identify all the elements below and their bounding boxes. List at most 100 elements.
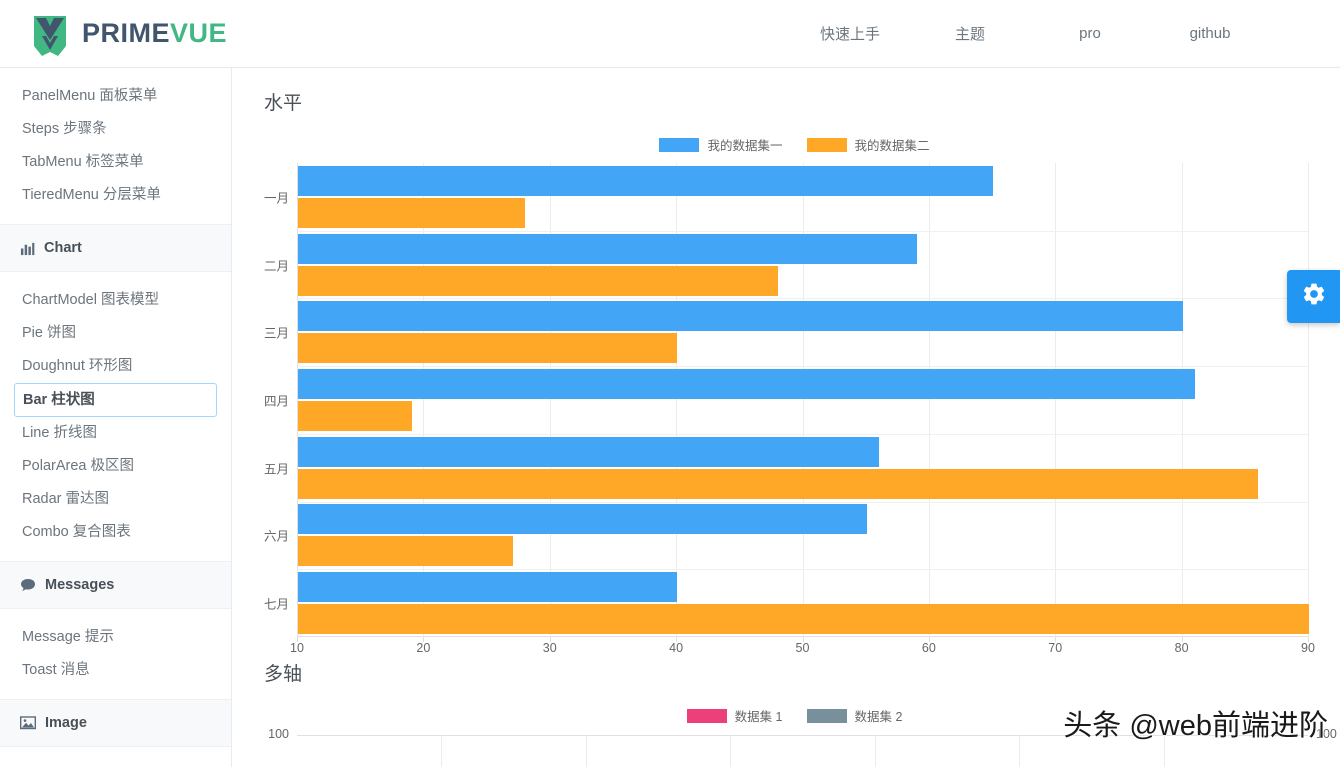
sidebar-top-spacer: [0, 68, 231, 80]
sidebar-item-doughnut[interactable]: Doughnut 环形图: [0, 350, 231, 383]
legend-item-dataset-1[interactable]: 数据集 1: [686, 706, 783, 725]
legend-item-dataset1[interactable]: 我的数据集一: [659, 135, 783, 154]
watermark-text: 头条 @web前端进阶: [1063, 710, 1328, 742]
bar-二月-series1[interactable]: [298, 233, 918, 264]
x-axis-tick-label: 30: [542, 641, 557, 655]
y-axis-category-label: 一月: [263, 191, 289, 206]
y-gridline: [297, 569, 1308, 571]
x-axis-tick-label: 20: [416, 641, 431, 655]
gear-icon: [1301, 281, 1327, 312]
sidebar-item-tabmenu[interactable]: TabMenu 标签菜单: [0, 146, 231, 179]
settings-gear-button[interactable]: [1287, 270, 1340, 323]
legend-label-dataset-1: 数据集 1: [734, 710, 783, 724]
nav-item-quickstart[interactable]: 快速上手: [810, 26, 890, 43]
bar-四月-series1[interactable]: [298, 369, 1196, 399]
chart-multiaxis-title: 多轴: [264, 664, 303, 685]
sidebar-item-steps[interactable]: Steps 步骤条: [0, 113, 231, 146]
x-axis-tick-label: 40: [669, 641, 684, 655]
bar-七月-series2[interactable]: [298, 604, 1309, 635]
top-header: PRIMEVUE 快速上手 主题 pro github: [0, 0, 1340, 68]
brand-logo[interactable]: PRIMEVUE: [30, 12, 227, 56]
top-navigation: 快速上手 主题 pro github: [790, 23, 1270, 44]
legend-item-dataset2[interactable]: 我的数据集二: [806, 135, 930, 154]
x-axis-tick-label: 60: [921, 641, 936, 655]
main-content: 水平 我的数据集一 我的数据集二 10 20 30 40 50 60 70 80 90 一月二月三…: [249, 68, 1340, 767]
y-gridline: [297, 230, 1308, 232]
y-gridline: [297, 298, 1308, 300]
sidebar-section-chart-label: Chart: [44, 240, 82, 256]
x-gridline: [1181, 163, 1183, 637]
sidebar-item-polararea[interactable]: PolarArea 极区图: [0, 450, 231, 483]
sidebar-item-line[interactable]: Line 折线图: [0, 417, 231, 450]
legend-label-dataset2: 我的数据集二: [854, 139, 930, 153]
sidebar-item-toast[interactable]: Toast 消息: [0, 654, 231, 687]
sidebar-item-radar[interactable]: Radar 雷达图: [0, 483, 231, 516]
chart-horizontal-section: 水平 我的数据集一 我的数据集二 10 20 30 40 50 60 70 80 90 一月二月三…: [249, 88, 1340, 655]
brand-name-vue: VUE: [170, 18, 228, 48]
x-gridline: [928, 163, 930, 637]
sidebar-section-messages-label: Messages: [45, 577, 115, 593]
sidebar-item-tieredmenu[interactable]: TieredMenu 分层菜单: [0, 179, 231, 212]
y-gridline: [297, 433, 1308, 435]
bar-五月-series2[interactable]: [298, 468, 1259, 499]
x-axis-tick-label: 70: [1048, 641, 1063, 655]
bar-三月-series2[interactable]: [298, 333, 678, 364]
legend-swatch-dataset1: [659, 137, 700, 152]
y-axis-category-label: 五月: [263, 462, 289, 477]
bar-三月-series1[interactable]: [298, 301, 1183, 332]
brand-name-prime: PRIME: [82, 18, 171, 48]
nav-item-pro[interactable]: pro: [1069, 25, 1111, 42]
sidebar-item-bar[interactable]: Bar 柱状图: [14, 383, 217, 417]
chart-horizontal-plot[interactable]: 10 20 30 40 50 60 70 80 90 一月 二月 三月 四月 五月 六月 七月: [264, 163, 1315, 655]
y-gridline: [297, 366, 1308, 368]
x-axis-tick-label: 90: [1301, 641, 1315, 655]
sidebar-item-combo[interactable]: Combo 复合图表: [0, 516, 231, 549]
chart-horizontal-title: 水平: [264, 93, 303, 114]
nav-item-github[interactable]: github: [1180, 25, 1241, 42]
bar-四月-series2[interactable]: [298, 401, 412, 431]
legend-swatch-dataset-2: [806, 708, 847, 723]
bar-六月-series2[interactable]: [298, 536, 513, 567]
y-axis-category-label: 二月: [263, 259, 289, 274]
legend-item-dataset-2[interactable]: 数据集 2: [806, 706, 902, 725]
x-axis-tick-label: 50: [795, 641, 810, 655]
bar-二月-series2[interactable]: [298, 265, 779, 296]
nav-item-themes[interactable]: 主题: [945, 26, 995, 43]
sidebar-item-panelmenu[interactable]: PanelMenu 面板菜单: [0, 80, 231, 113]
sidebar-section-image[interactable]: Image: [0, 699, 231, 747]
bar-六月-series1[interactable]: [298, 504, 867, 535]
multiaxis-y-left-tick: 100: [268, 727, 289, 741]
y-axis-category-label: 四月: [263, 394, 289, 409]
x-axis-tick-label: 10: [290, 641, 304, 655]
sidebar: PanelMenu 面板菜单 Steps 步骤条 TabMenu 标签菜单 Ti…: [0, 68, 232, 767]
sidebar-item-pie[interactable]: Pie 饼图: [0, 317, 231, 350]
sidebar-section-image-label: Image: [45, 715, 87, 731]
x-gridline: [1055, 163, 1057, 637]
sidebar-section-messages[interactable]: Messages: [0, 561, 231, 609]
x-gridline: [1308, 163, 1309, 637]
legend-swatch-dataset2: [806, 137, 847, 152]
bar-七月-series1[interactable]: [298, 572, 678, 603]
multiaxis-gridline: [1019, 735, 1020, 767]
sidebar-item-message[interactable]: Message 提示: [0, 621, 231, 654]
bar-一月-series1[interactable]: [298, 165, 994, 196]
multiaxis-gridline: [730, 735, 731, 767]
multiaxis-gridline: [875, 735, 876, 767]
multiaxis-gridline: [586, 735, 587, 767]
legend-swatch-dataset-1: [686, 708, 727, 723]
bar-chart-icon: [20, 241, 35, 256]
primevue-shield-icon: [30, 12, 70, 56]
bar-一月-series2[interactable]: [298, 197, 526, 228]
chart-horizontal-legend: 我的数据集一 我的数据集二: [249, 135, 1340, 154]
sidebar-item-chartmodel[interactable]: ChartModel 图表模型: [0, 284, 231, 317]
bar-五月-series1[interactable]: [298, 436, 880, 467]
x-axis-tick-label: 80: [1174, 641, 1189, 655]
sidebar-section-chart[interactable]: Chart: [0, 224, 231, 272]
y-axis-category-label: 三月: [263, 326, 289, 341]
legend-label-dataset1: 我的数据集一: [707, 139, 783, 153]
